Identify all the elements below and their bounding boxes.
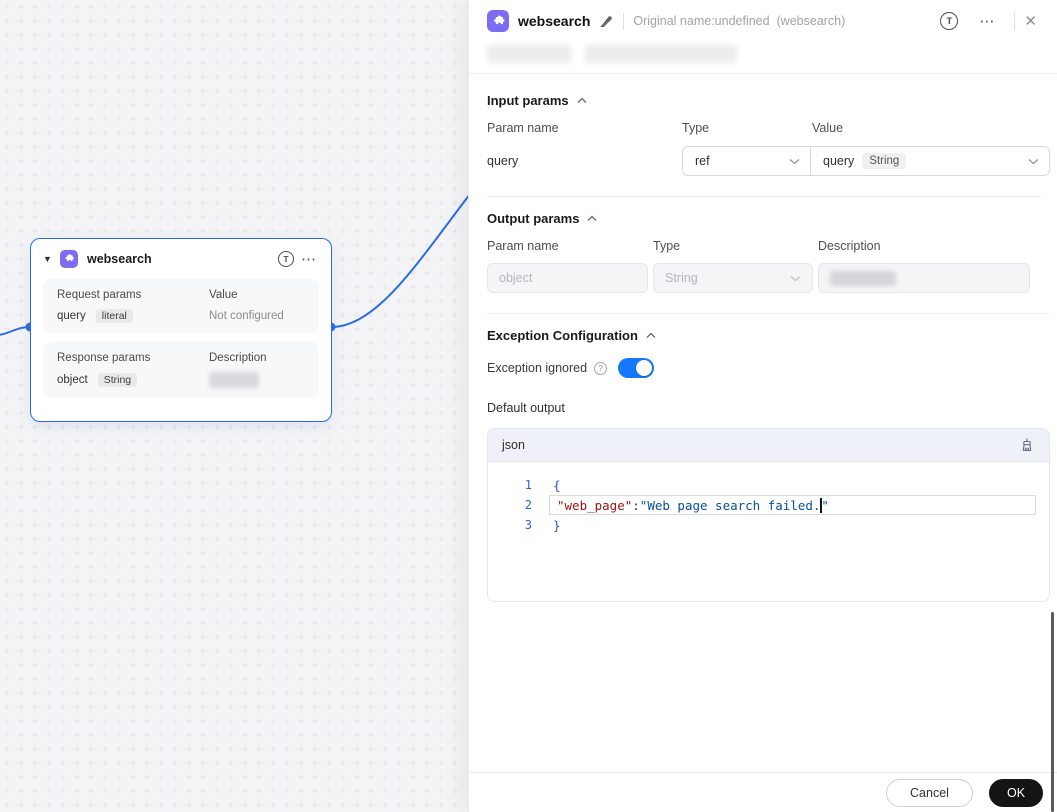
- chevron-down-icon: [790, 275, 801, 281]
- output-param-row: object String: [487, 263, 1049, 293]
- output-params-columns: Param name Type Description: [487, 239, 1049, 253]
- edit-name-icon[interactable]: [599, 14, 614, 29]
- divider: [623, 12, 625, 30]
- test-run-icon[interactable]: T: [940, 12, 959, 30]
- exception-ignored-toggle[interactable]: [618, 358, 655, 378]
- output-name-input-disabled: object: [487, 263, 648, 293]
- active-line-highlight[interactable]: "web_page":"Web page search failed.": [549, 495, 1036, 515]
- value-label: Value: [209, 289, 238, 301]
- param-name: object: [57, 374, 88, 386]
- request-params-section: Request params Value query literal Not c…: [43, 279, 319, 333]
- redacted-text: [209, 372, 259, 388]
- toggle-knob: [636, 360, 653, 376]
- response-description: [209, 372, 305, 388]
- section-divider: [487, 313, 1049, 314]
- column-param-name: Param name: [487, 239, 559, 253]
- type-select[interactable]: ref: [683, 147, 811, 175]
- collapse-caret-icon[interactable]: ▼: [43, 254, 53, 264]
- param-value: Not configured: [209, 310, 284, 322]
- input-params-title: Input params: [487, 93, 569, 108]
- value-type-tag: String: [862, 153, 907, 169]
- editor-body[interactable]: 1 { 2 "web_page":"Web page search failed…: [488, 462, 1049, 601]
- line-number: 1: [524, 478, 532, 492]
- help-icon[interactable]: ?: [594, 361, 608, 375]
- response-params-label: Response params: [57, 352, 151, 364]
- test-run-icon[interactable]: T: [278, 251, 294, 267]
- exception-config-header[interactable]: Exception Configuration: [487, 328, 1049, 343]
- value-select[interactable]: query String: [811, 147, 1049, 175]
- output-description-input-disabled: [818, 263, 1030, 293]
- line-number: 2: [524, 498, 532, 512]
- node-config-panel: websearch Original name:undefined (webse…: [468, 0, 1057, 812]
- puzzle-icon: [60, 250, 78, 268]
- chevron-up-icon[interactable]: [577, 97, 587, 104]
- panel-header: websearch Original name:undefined (webse…: [469, 0, 1057, 42]
- divider: [1014, 12, 1016, 30]
- param-name: query: [487, 154, 519, 168]
- response-params-section: Response params Description object Strin…: [43, 342, 319, 398]
- param-name: query: [57, 310, 86, 322]
- close-icon[interactable]: ✕: [1024, 12, 1037, 30]
- flow-editor: ▼ websearch T ⋯ Request params Value que…: [0, 0, 1057, 812]
- node-header[interactable]: ▼ websearch T ⋯: [31, 239, 331, 279]
- redacted-text: [585, 45, 737, 63]
- redacted-text: [487, 45, 571, 63]
- param-type-chip: literal: [95, 309, 133, 323]
- incoming-edge: [0, 326, 30, 336]
- request-params-label: Request params: [57, 289, 142, 301]
- column-value: Value: [812, 121, 844, 135]
- input-params-header[interactable]: Input params: [487, 93, 1049, 108]
- panel-footer: Cancel OK: [469, 772, 1057, 812]
- code-line-active[interactable]: 2 "web_page":"Web page search failed.": [488, 495, 1049, 515]
- default-output-label: Default output: [487, 401, 565, 415]
- param-type-chip: String: [97, 373, 138, 387]
- panel-more-icon[interactable]: ⋯: [979, 14, 995, 29]
- request-param-row: query literal: [57, 309, 209, 323]
- output-type-select-disabled: String: [653, 263, 813, 293]
- column-type: Type: [682, 121, 710, 135]
- outgoing-edge: [330, 193, 471, 328]
- ok-button[interactable]: OK: [989, 778, 1043, 807]
- chevron-down-icon: [789, 158, 800, 164]
- chevron-down-icon: [1028, 158, 1039, 164]
- description-label: Description: [209, 352, 267, 364]
- section-divider: [487, 196, 1041, 197]
- exception-config-title: Exception Configuration: [487, 328, 638, 343]
- redacted-subheader: [469, 45, 1057, 63]
- value-select-param: query: [823, 154, 855, 168]
- editor-header: json: [488, 429, 1049, 462]
- scrollbar-thumb[interactable]: [1051, 612, 1054, 812]
- output-params-header[interactable]: Output params: [487, 211, 1049, 226]
- code-line[interactable]: 1 {: [488, 475, 1049, 495]
- code-line[interactable]: 3 }: [488, 515, 1049, 535]
- chevron-up-icon[interactable]: [646, 332, 656, 339]
- editor-language-label: json: [502, 438, 525, 452]
- redacted-text: [830, 270, 896, 286]
- puzzle-icon: [487, 10, 509, 32]
- original-name-text: Original name:undefined (websearch): [633, 14, 846, 28]
- json-editor[interactable]: json 1 { 2 "web_page":"Web page search f…: [487, 428, 1050, 602]
- section-divider: [469, 73, 1057, 74]
- format-clean-icon[interactable]: [1019, 437, 1035, 453]
- type-select-value: ref: [695, 154, 710, 168]
- column-type: Type: [653, 239, 681, 253]
- websearch-node-card[interactable]: ▼ websearch T ⋯ Request params Value que…: [30, 238, 332, 422]
- cancel-button[interactable]: Cancel: [886, 778, 973, 807]
- input-params-columns: Param name Type Value: [487, 121, 1049, 135]
- panel-title: websearch: [518, 13, 591, 29]
- exception-ignored-label: Exception ignored: [487, 361, 588, 375]
- response-param-row: object String: [57, 372, 209, 388]
- input-value-controls: ref query String: [682, 146, 1050, 176]
- column-description: Description: [818, 239, 881, 253]
- line-number: 3: [524, 518, 532, 532]
- node-title: websearch: [87, 252, 152, 266]
- node-more-icon[interactable]: ⋯: [301, 252, 317, 267]
- input-param-row: query ref query String: [487, 146, 1050, 176]
- chevron-up-icon[interactable]: [587, 215, 597, 222]
- column-param-name: Param name: [487, 121, 559, 135]
- output-params-title: Output params: [487, 211, 580, 226]
- exception-ignored-row: Exception ignored ?: [487, 358, 1049, 378]
